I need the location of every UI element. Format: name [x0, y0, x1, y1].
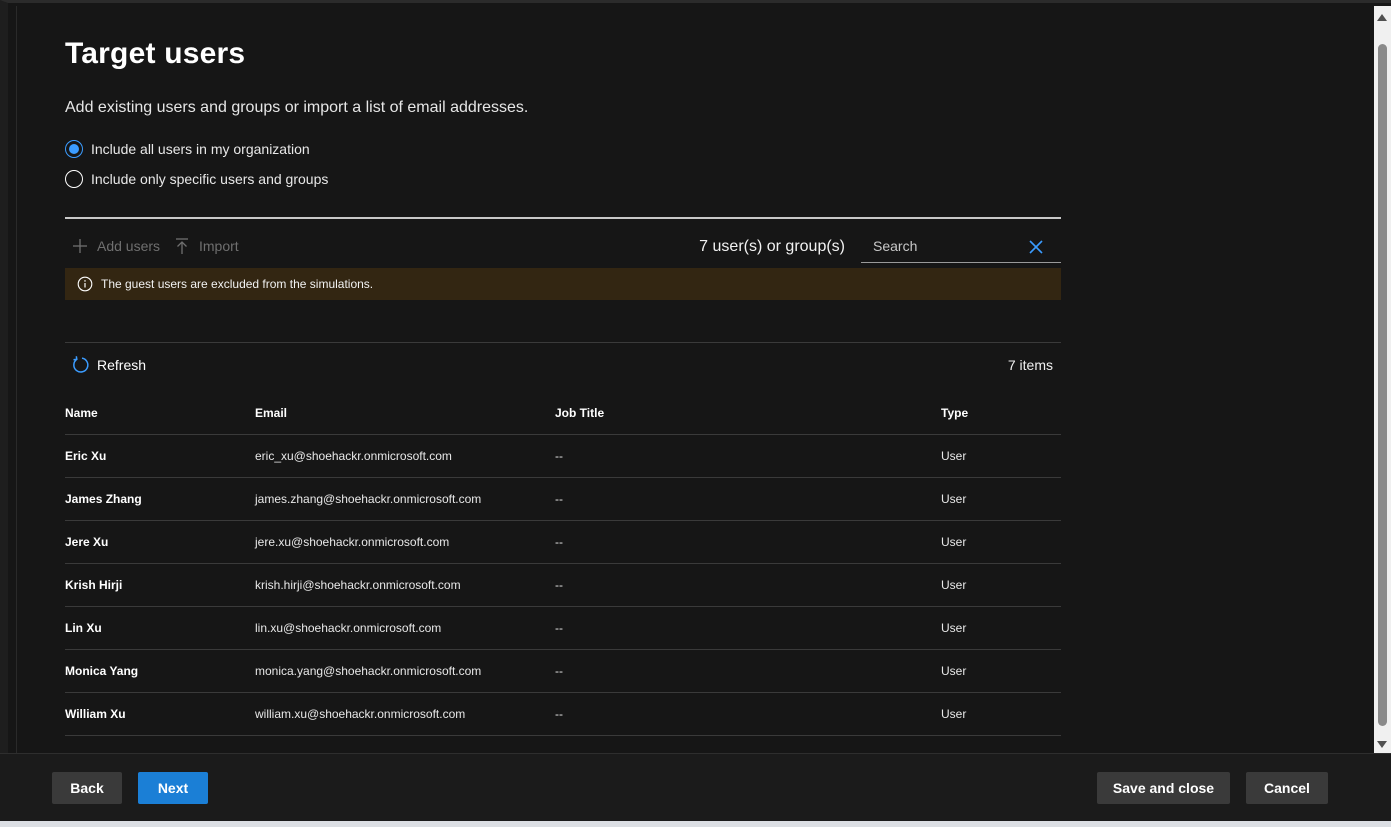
refresh-button[interactable]: Refresh [71, 355, 146, 375]
radio-unchecked-icon[interactable] [65, 170, 83, 188]
row-job-title: -- [555, 664, 563, 678]
row-type: User [941, 535, 967, 549]
column-header-type[interactable]: Type [941, 392, 968, 434]
wizard-panel: Target users Add existing users and grou… [0, 0, 1391, 827]
row-name: William Xu [65, 707, 126, 721]
row-type: User [941, 664, 967, 678]
table-row[interactable]: Eric Xu eric_xu@shoehackr.onmicrosoft.co… [65, 435, 1061, 478]
column-header-email[interactable]: Email [255, 392, 287, 434]
add-users-button[interactable]: Add users [71, 237, 160, 255]
table-row[interactable]: Jere Xu jere.xu@shoehackr.onmicrosoft.co… [65, 521, 1061, 564]
back-button[interactable]: Back [52, 772, 122, 804]
page-subtitle: Add existing users and groups or import … [65, 99, 529, 116]
scroll-up-arrow-icon[interactable] [1377, 14, 1387, 21]
panel-left-border [16, 6, 17, 756]
window-bottom-edge [0, 821, 1391, 827]
row-job-title: -- [555, 449, 563, 463]
upload-icon [176, 238, 188, 254]
import-label: Import [199, 238, 239, 254]
row-email: jere.xu@shoehackr.onmicrosoft.com [255, 535, 450, 549]
table-row[interactable]: William Xu william.xu@shoehackr.onmicros… [65, 693, 1061, 736]
plus-icon [73, 239, 87, 253]
users-table: Name Email Job Title Type Eric Xu eric_x… [65, 392, 1061, 736]
scroll-down-arrow-icon[interactable] [1377, 741, 1387, 748]
search-box[interactable] [861, 231, 1061, 263]
option-specific-users-label: Include only specific users and groups [91, 171, 329, 187]
search-input[interactable] [873, 238, 1023, 254]
cancel-button[interactable]: Cancel [1246, 772, 1328, 804]
section-divider [65, 217, 1061, 219]
refresh-icon [73, 356, 89, 373]
table-row[interactable]: Monica Yang monica.yang@shoehackr.onmicr… [65, 650, 1061, 693]
row-email: lin.xu@shoehackr.onmicrosoft.com [255, 621, 442, 635]
banner-text: The guest users are excluded from the si… [101, 277, 374, 291]
row-email: william.xu@shoehackr.onmicrosoft.com [255, 707, 466, 721]
scrollbar-thumb[interactable] [1378, 44, 1387, 726]
column-header-name[interactable]: Name [65, 392, 98, 434]
save-and-close-button[interactable]: Save and close [1097, 772, 1230, 804]
next-button[interactable]: Next [138, 772, 208, 804]
row-job-title: -- [555, 578, 563, 592]
selection-count: 7 user(s) or group(s) [699, 238, 845, 255]
column-header-job-title[interactable]: Job Title [555, 392, 604, 434]
row-job-title: -- [555, 707, 563, 721]
table-row[interactable]: James Zhang james.zhang@shoehackr.onmicr… [65, 478, 1061, 521]
row-name: James Zhang [65, 492, 142, 506]
row-name: Lin Xu [65, 621, 102, 635]
row-type: User [941, 449, 967, 463]
import-button[interactable]: Import [173, 237, 239, 255]
row-job-title: -- [555, 621, 563, 635]
row-type: User [941, 621, 967, 635]
row-name: Jere Xu [65, 535, 109, 549]
refresh-label: Refresh [97, 357, 147, 373]
row-name: Eric Xu [65, 449, 107, 463]
page-title: Target users [65, 37, 246, 70]
option-all-users[interactable]: Include all users in my organization [65, 138, 310, 160]
row-name: Monica Yang [65, 664, 139, 678]
radio-checked-icon[interactable] [65, 140, 83, 158]
row-job-title: -- [555, 535, 563, 549]
row-email: eric_xu@shoehackr.onmicrosoft.com [255, 449, 452, 463]
list-divider [65, 342, 1061, 343]
option-all-users-label: Include all users in my organization [91, 141, 310, 157]
table-row[interactable]: Lin Xu lin.xu@shoehackr.onmicrosoft.com … [65, 607, 1061, 650]
row-type: User [941, 492, 967, 506]
row-email: james.zhang@shoehackr.onmicrosoft.com [255, 492, 482, 506]
vertical-scrollbar[interactable] [1374, 6, 1391, 756]
row-email: krish.hirji@shoehackr.onmicrosoft.com [255, 578, 461, 592]
info-icon [77, 276, 93, 292]
option-specific-users[interactable]: Include only specific users and groups [65, 168, 328, 190]
guest-warning-banner: The guest users are excluded from the si… [65, 268, 1061, 300]
items-count: 7 items [1007, 357, 1053, 373]
table-header: Name Email Job Title Type [65, 392, 1061, 435]
add-users-label: Add users [97, 238, 161, 254]
wizard-footer: Back Next Save and close Cancel [0, 753, 1391, 821]
table-row[interactable]: Krish Hirji krish.hirji@shoehackr.onmicr… [65, 564, 1061, 607]
row-name: Krish Hirji [65, 578, 123, 592]
close-icon[interactable] [1027, 238, 1045, 256]
row-type: User [941, 707, 967, 721]
row-email: monica.yang@shoehackr.onmicrosoft.com [255, 664, 482, 678]
toolbar: Add users Import 7 user(s) or group(s) [65, 231, 1061, 265]
row-job-title: -- [555, 492, 563, 506]
row-type: User [941, 578, 967, 592]
